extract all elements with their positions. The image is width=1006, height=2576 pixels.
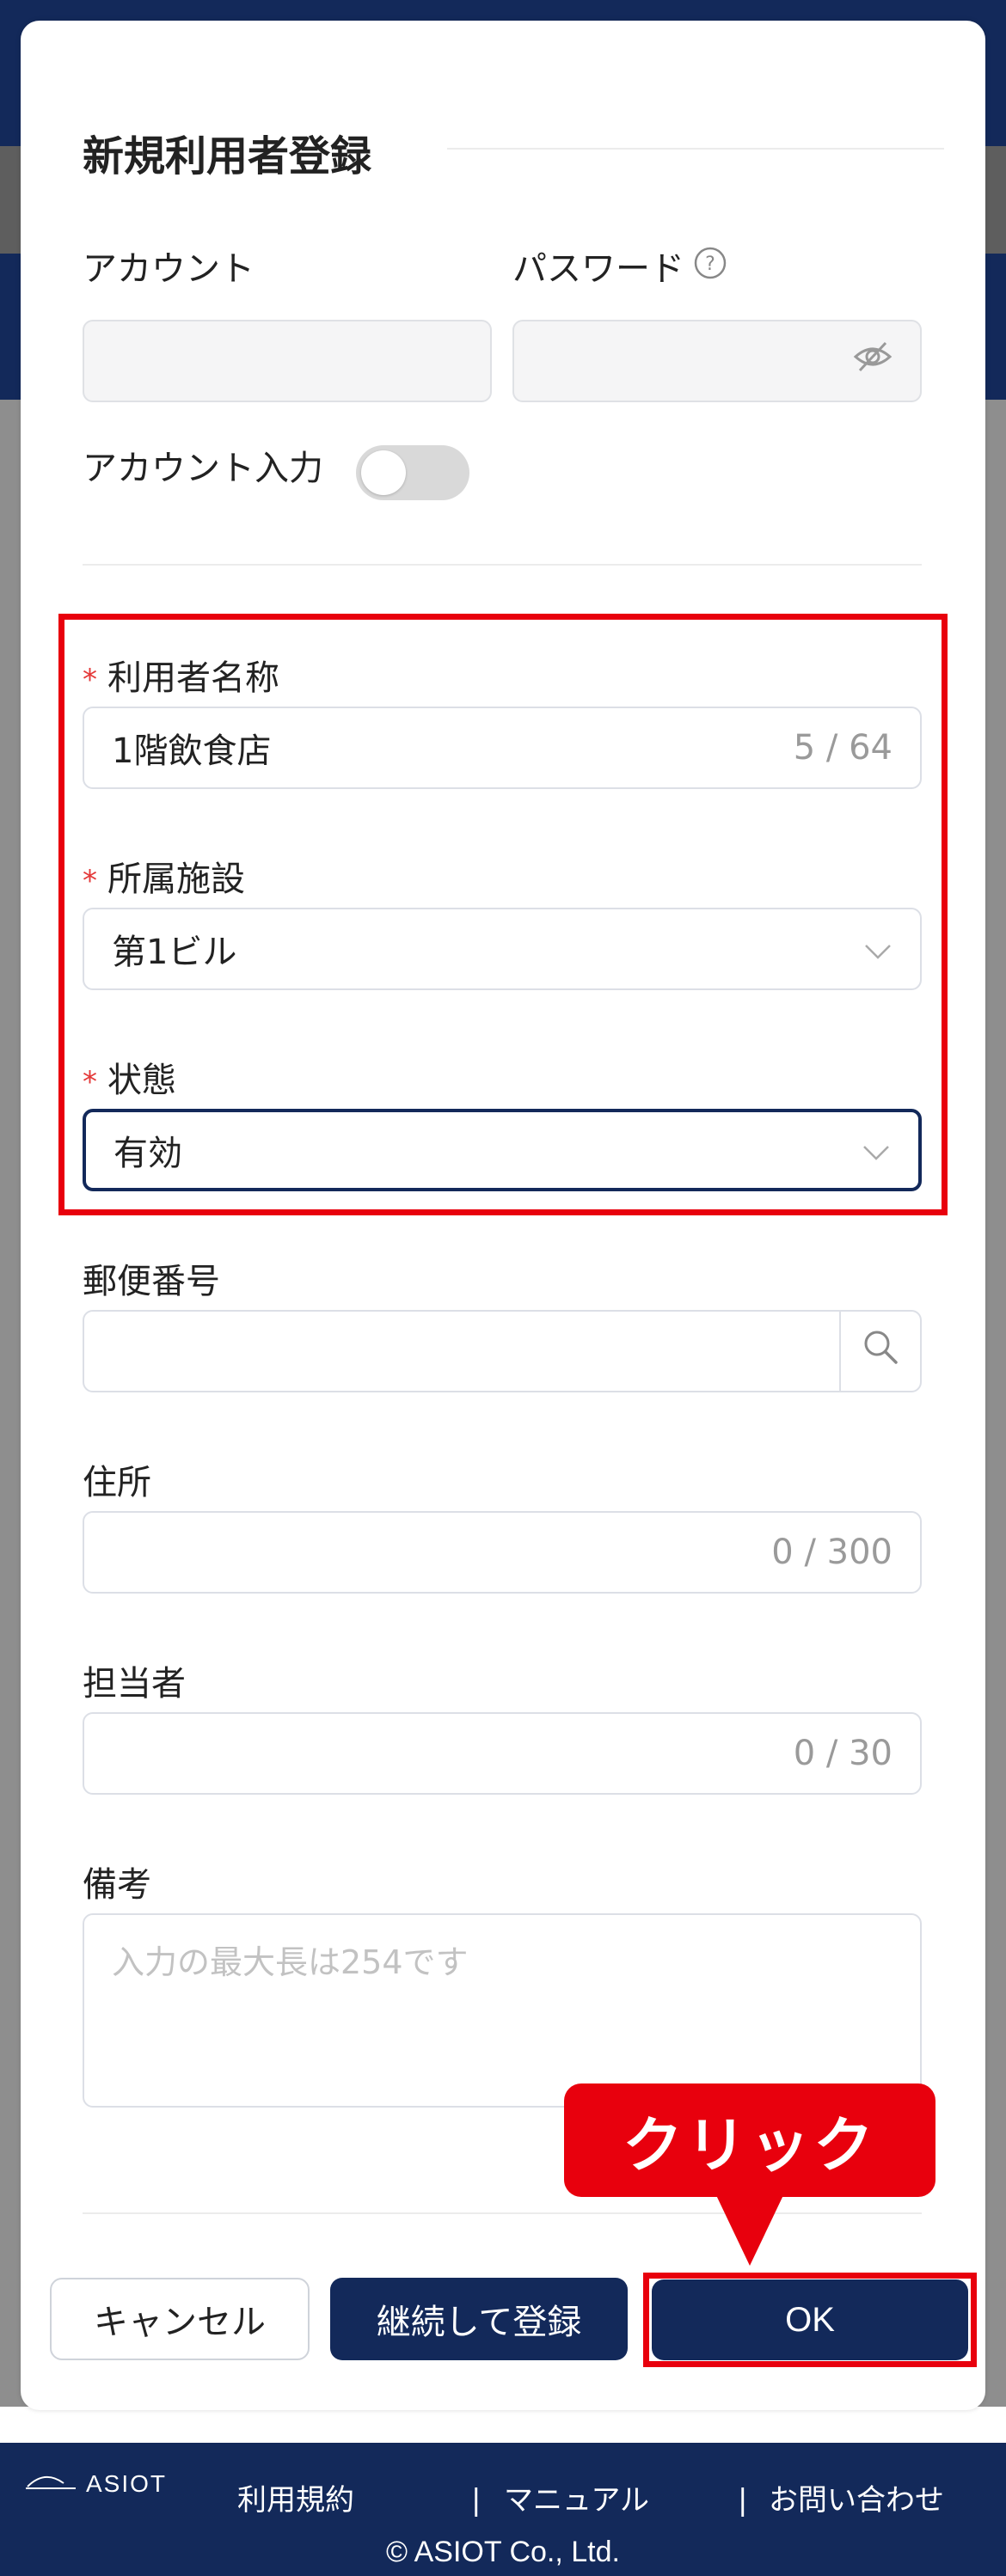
required-mark: * <box>83 1065 97 1099</box>
password-label: パスワード <box>512 249 684 289</box>
user-name-label-row: * 利用者名称 <box>83 655 279 703</box>
notes-placeholder: 入力の最大長は254です <box>112 1943 469 1981</box>
notes-label: 備考 <box>83 1865 151 1905</box>
search-icon <box>862 1328 899 1374</box>
postal-input[interactable] <box>83 1310 922 1392</box>
user-name-counter: 5 / 64 <box>793 728 893 768</box>
chevron-down-icon <box>863 929 893 969</box>
continue-register-button[interactable]: 継続して登録 <box>330 2278 628 2360</box>
ok-highlight <box>643 2273 977 2367</box>
notes-textarea[interactable]: 入力の最大長は254です <box>83 1913 922 2108</box>
callout-arrow <box>715 2194 784 2266</box>
site-footer: ASIOT 利用規約 | マニュアル | お問い合わせ © ASIOT Co.,… <box>0 2443 1006 2576</box>
footer-separator: | <box>471 2483 482 2518</box>
register-user-dialog: 新規利用者登録 アカウント パスワード ? アカウント入力 * 利用者名称 1階飲… <box>21 21 985 2410</box>
user-name-input[interactable]: 1階飲食店 5 / 64 <box>83 707 922 789</box>
status-label-row: * 状態 <box>83 1057 176 1105</box>
section-divider <box>83 564 922 566</box>
password-label-row: パスワード ? <box>512 246 727 292</box>
person-input[interactable]: 0 / 30 <box>83 1712 922 1795</box>
facility-label: 所属施設 <box>107 860 245 899</box>
facility-select[interactable]: 第1ビル <box>83 908 922 990</box>
footer-links: 利用規約 | マニュアル | お問い合わせ <box>0 2479 1006 2522</box>
account-input-toggle[interactable] <box>356 445 469 500</box>
password-input[interactable] <box>512 320 922 402</box>
status-label: 状態 <box>107 1061 176 1100</box>
manual-link[interactable]: マニュアル <box>504 2479 649 2522</box>
svg-text:?: ? <box>705 254 715 275</box>
cancel-button[interactable]: キャンセル <box>50 2278 310 2360</box>
person-label: 担当者 <box>83 1664 186 1704</box>
account-input[interactable] <box>83 320 492 402</box>
account-label: アカウント <box>83 249 255 289</box>
person-counter: 0 / 30 <box>793 1734 893 1773</box>
user-name-label: 利用者名称 <box>107 658 279 698</box>
chevron-down-icon <box>862 1130 891 1170</box>
help-icon[interactable]: ? <box>693 246 727 292</box>
title-divider <box>447 148 944 150</box>
required-mark: * <box>83 663 97 697</box>
copyright: © ASIOT Co., Ltd. <box>386 2536 620 2568</box>
address-input[interactable]: 0 / 300 <box>83 1511 922 1594</box>
required-mark: * <box>83 864 97 898</box>
terms-link[interactable]: 利用規約 <box>237 2479 354 2522</box>
postal-search-button[interactable] <box>839 1312 920 1391</box>
status-select[interactable]: 有効 <box>83 1109 922 1191</box>
dialog-title: 新規利用者登録 <box>83 132 372 181</box>
account-input-label: アカウント入力 <box>83 449 323 488</box>
address-counter: 0 / 300 <box>771 1533 893 1572</box>
click-callout: クリック <box>564 2083 935 2197</box>
address-label: 住所 <box>83 1463 151 1502</box>
toggle-knob <box>361 450 406 495</box>
contact-link[interactable]: お問い合わせ <box>769 2479 944 2522</box>
eye-off-icon[interactable] <box>853 340 893 382</box>
facility-label-row: * 所属施設 <box>83 856 245 904</box>
postal-label: 郵便番号 <box>83 1262 220 1301</box>
footer-divider <box>83 2212 922 2214</box>
footer-separator: | <box>738 2483 748 2518</box>
background-strip <box>0 2407 1006 2443</box>
